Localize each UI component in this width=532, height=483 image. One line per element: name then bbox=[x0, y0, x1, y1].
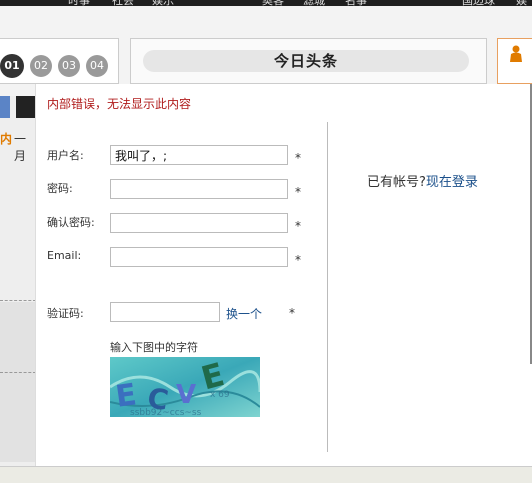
pager-dot-2[interactable]: 02 bbox=[30, 55, 52, 77]
register-dialog: 内部错误，无法显示此内容 用户名: * 密码: * 确认密码: * Email:… bbox=[36, 84, 532, 466]
section-text: 一月 bbox=[14, 132, 27, 163]
captcha-input[interactable] bbox=[110, 302, 220, 322]
pager-dot-3[interactable]: 03 bbox=[58, 55, 80, 77]
login-prompt-text: 已有帐号? bbox=[367, 175, 426, 190]
headline-panel: 今日头条 bbox=[130, 38, 487, 84]
login-prompt: 已有帐号?现在登录 bbox=[367, 171, 478, 190]
email-label: Email: bbox=[47, 249, 82, 262]
svg-text:ssbb92~ccs~ss: ssbb92~ccs~ss bbox=[130, 408, 202, 417]
login-link[interactable]: 现在登录 bbox=[426, 175, 478, 190]
username-label: 用户名: bbox=[47, 149, 84, 162]
required-mark: * bbox=[295, 253, 301, 267]
section-marker: 内 bbox=[0, 132, 13, 146]
left-content-strip: 内 一月 bbox=[0, 96, 36, 476]
required-mark: * bbox=[295, 151, 301, 165]
pager-dot-1[interactable]: 01 bbox=[0, 54, 24, 78]
confirm-password-input[interactable] bbox=[110, 213, 288, 233]
divider bbox=[0, 300, 36, 301]
svg-text:x 69: x 69 bbox=[210, 390, 230, 400]
divider bbox=[0, 372, 36, 373]
edit-icon[interactable] bbox=[0, 96, 10, 118]
svg-text:V: V bbox=[176, 380, 196, 410]
error-message: 内部错误，无法显示此内容 bbox=[47, 97, 192, 111]
captcha-hint: 输入下图中的字符 bbox=[110, 341, 198, 354]
user-panel bbox=[497, 38, 532, 84]
pager-dot-4[interactable]: 04 bbox=[86, 55, 108, 77]
password-input[interactable] bbox=[110, 179, 288, 199]
dark-button[interactable] bbox=[16, 96, 36, 118]
required-mark: * bbox=[289, 306, 295, 320]
username-input[interactable] bbox=[110, 145, 288, 165]
required-mark: * bbox=[295, 219, 301, 233]
gray-panel bbox=[0, 302, 36, 462]
headline-title[interactable]: 今日头条 bbox=[143, 50, 469, 72]
status-bar bbox=[0, 466, 532, 483]
confirm-password-label: 确认密码: bbox=[47, 216, 95, 229]
email-input[interactable] bbox=[110, 247, 288, 267]
captcha-label: 验证码: bbox=[47, 307, 84, 320]
password-label: 密码: bbox=[47, 182, 73, 195]
vertical-divider bbox=[327, 122, 328, 452]
required-mark: * bbox=[295, 185, 301, 199]
captcha-refresh-link[interactable]: 换一个 bbox=[226, 305, 262, 322]
captcha-image: E C V E ssbb92~ccs~ss x 69 bbox=[110, 357, 260, 417]
person-icon[interactable] bbox=[508, 45, 524, 63]
